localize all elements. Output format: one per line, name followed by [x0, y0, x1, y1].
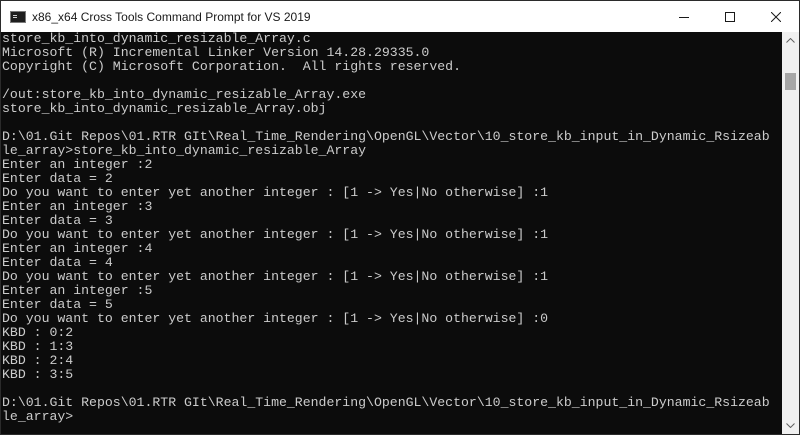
title-bar[interactable]: x86_x64 Cross Tools Command Prompt for V…: [1, 1, 799, 32]
console-line: Enter data = 4: [2, 255, 113, 270]
console-line: store_kb_into_dynamic_resizable_Array.c: [2, 32, 311, 46]
close-button[interactable]: [753, 1, 799, 32]
scroll-up-arrow-icon: [786, 38, 795, 43]
maximize-icon: [725, 11, 735, 22]
minimize-icon: [679, 16, 689, 18]
console-line: store_kb_into_dynamic_resizable_Array.ob…: [2, 101, 327, 116]
scrollbar-thumb[interactable]: [785, 73, 796, 90]
console-line: /out:store_kb_into_dynamic_resizable_Arr…: [2, 87, 367, 102]
console-line: Copyright (C) Microsoft Corporation. All…: [2, 59, 461, 74]
maximize-button[interactable]: [707, 1, 753, 32]
console-line: Enter data = 5: [2, 297, 113, 312]
console-app-icon[interactable]: [10, 10, 26, 23]
console-window: x86_x64 Cross Tools Command Prompt for V…: [0, 0, 800, 435]
console-output[interactable]: store_kb_into_dynamic_resizable_Array.c M…: [1, 32, 783, 434]
console-text: store_kb_into_dynamic_resizable_Array.c M…: [1, 32, 783, 424]
console-line: Enter data = 2: [2, 171, 113, 186]
console-line: Enter data = 3: [2, 213, 113, 228]
vertical-scrollbar[interactable]: [782, 32, 799, 434]
console-line: Do you want to enter yet another integer…: [2, 311, 549, 326]
console-line: KBD : 2:4: [2, 353, 74, 368]
console-line: KBD : 1:3: [2, 339, 74, 354]
console-line: Enter an integer :2: [2, 157, 153, 172]
console-line: D:\01.Git Repos\01.RTR GIt\Real_Time_Ren…: [2, 395, 770, 410]
console-line: le_array>store_kb_into_dynamic_resizable…: [2, 143, 367, 158]
console-line: Do you want to enter yet another integer…: [2, 227, 549, 242]
window-controls: [661, 1, 799, 32]
console-line: KBD : 0:2: [2, 325, 74, 340]
console-line: Enter an integer :4: [2, 241, 153, 256]
console-line: D:\01.Git Repos\01.RTR GIt\Real_Time_Ren…: [2, 129, 770, 144]
scroll-up-button[interactable]: [782, 32, 799, 49]
console-line: Do you want to enter yet another integer…: [2, 185, 549, 200]
console-line: KBD : 3:5: [2, 367, 74, 382]
window-title: x86_x64 Cross Tools Command Prompt for V…: [32, 9, 311, 24]
scroll-down-button[interactable]: [782, 417, 799, 434]
console-line: Enter an integer :3: [2, 199, 153, 214]
console-line: Enter an integer :5: [2, 283, 153, 298]
close-icon: [771, 11, 781, 22]
minimize-button[interactable]: [661, 1, 707, 32]
scroll-down-arrow-icon: [786, 423, 795, 428]
console-line: Microsoft (R) Incremental Linker Version…: [2, 45, 430, 60]
console-line: Do you want to enter yet another integer…: [2, 269, 549, 284]
console-line: le_array>: [2, 409, 74, 424]
